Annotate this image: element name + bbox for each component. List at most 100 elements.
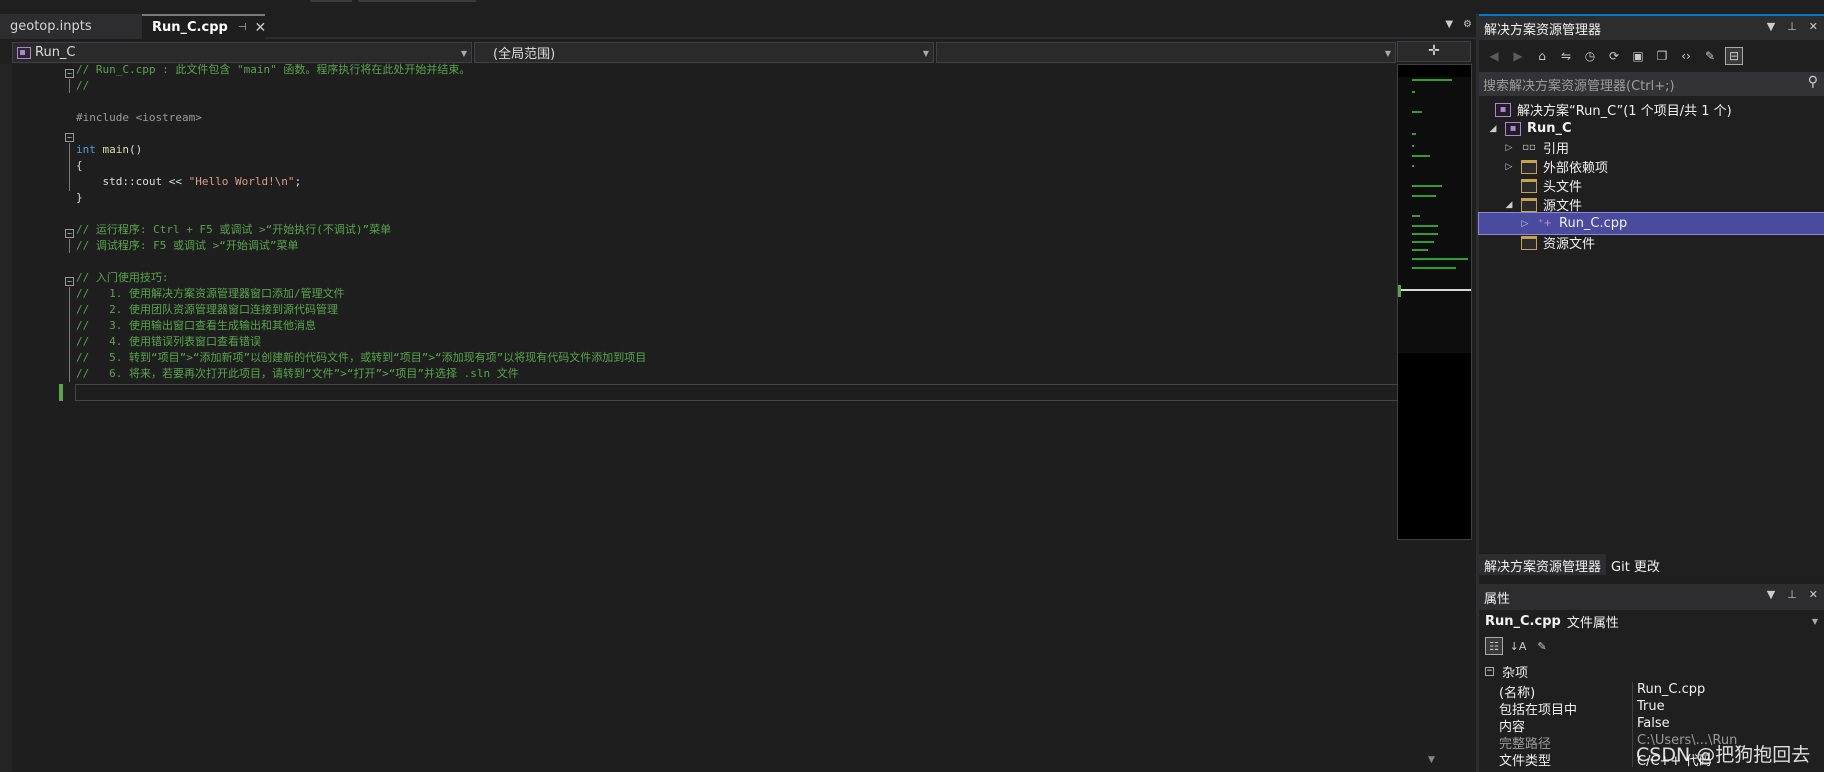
member-combo[interactable]: ▼	[936, 42, 1396, 63]
code-line: // 6. 将来，若要再次打开此项目，请转到“文件”>“打开”>“项目”并选择 …	[76, 366, 519, 382]
chevron-down-icon: ▼	[460, 49, 467, 58]
pin-icon[interactable]: ⊥	[1787, 588, 1797, 601]
split-window-button[interactable]: ✛	[1397, 41, 1471, 62]
property-category[interactable]: − 杂项	[1479, 662, 1824, 681]
scroll-down-icon[interactable]: ▼	[1428, 755, 1435, 765]
collapsed-icon[interactable]: ▷	[1503, 162, 1515, 172]
object-name: Run_C.cpp	[1485, 613, 1561, 629]
chevron-down-icon: ▼	[1384, 49, 1391, 58]
close-icon[interactable]: ✕	[255, 20, 267, 36]
search-icon[interactable]: ⚲	[1808, 74, 1818, 90]
pin-icon[interactable]: ⊣	[238, 22, 247, 33]
pending-changes-filter-icon[interactable]: ◷	[1581, 47, 1599, 65]
minimap-viewport[interactable]	[1398, 77, 1471, 353]
scope-combo[interactable]: (全局范围) ▼	[474, 42, 934, 63]
properties-icon[interactable]: ✎	[1701, 47, 1719, 65]
expanded-icon[interactable]: ◢	[1503, 200, 1515, 210]
code-token: int	[76, 143, 103, 156]
property-name: 文件类型	[1499, 754, 1552, 769]
show-all-files-icon[interactable]: ❐	[1653, 47, 1671, 65]
fold-guide	[69, 239, 70, 253]
categorized-icon[interactable]: ☷	[1485, 637, 1503, 655]
property-row[interactable]: 内容 False	[1479, 716, 1824, 735]
code-token: // Run_C.cpp : 此文件包含 "main" 函数。程序执行将在此处开…	[76, 63, 471, 76]
forward-icon[interactable]: ▶	[1509, 47, 1527, 65]
expanded-icon[interactable]: ◢	[1487, 124, 1499, 134]
tree-node-references[interactable]: ▷ ▫▫ 引用	[1479, 137, 1824, 158]
alphabetical-icon[interactable]: ↓A	[1509, 637, 1527, 655]
code-token: {	[76, 159, 83, 172]
home-icon[interactable]: ⌂	[1533, 47, 1551, 65]
window-menu-icon[interactable]: ▼	[1767, 588, 1775, 601]
window-menu-icon[interactable]: ▼	[1767, 20, 1775, 33]
minimap-line	[1412, 249, 1428, 251]
property-row[interactable]: (名称) Run_C.cpp	[1479, 682, 1824, 701]
property-row[interactable]: 包括在项目中 True	[1479, 699, 1824, 718]
code-editor[interactable]: // Run_C.cpp : 此文件包含 "main" 函数。程序执行将在此处开…	[0, 62, 1407, 772]
code-token: }	[76, 191, 83, 204]
switch-views-icon[interactable]: ⇋	[1557, 47, 1575, 65]
tree-node-resource-files[interactable]: 资源文件	[1479, 232, 1824, 253]
tab-run-c-cpp[interactable]: Run_C.cpp ⊣ ✕	[142, 14, 267, 39]
preview-selected-icon[interactable]: ⊟	[1725, 47, 1743, 65]
tree-node-header-files[interactable]: 头文件	[1479, 175, 1824, 196]
tab-solution-explorer[interactable]: 解决方案资源管理器	[1479, 554, 1607, 575]
code-token: ()	[129, 143, 143, 156]
solution-explorer-panel: 解决方案资源管理器 ▼ ⊥ ✕ ◀ ▶ ⌂ ⇋ ◷ ⟳ ▣ ❐ ‹› ✎ ⊟ 搜…	[1478, 14, 1824, 582]
property-value[interactable]: False	[1632, 716, 1824, 733]
code-line: // 3. 使用输出窗口查看生成输出和其他消息	[76, 318, 316, 334]
tab-git-changes[interactable]: Git 更改	[1606, 554, 1665, 575]
scope-combo-value: (全局范围)	[493, 47, 556, 62]
minimap-change-mark	[1398, 285, 1401, 297]
code-token: // 3. 使用输出窗口查看生成输出和其他消息	[76, 319, 316, 332]
solution-search-input[interactable]: 搜索解决方案资源管理器(Ctrl+;) ⚲	[1479, 72, 1824, 96]
strip-mark	[310, 0, 352, 2]
property-value[interactable]: True	[1632, 699, 1824, 716]
minimap-scrollbar[interactable]	[1397, 64, 1472, 540]
tab-label: Run_C.cpp	[152, 20, 228, 35]
view-code-icon[interactable]: ‹›	[1677, 47, 1695, 65]
code-token: // 5. 转到“项目”>“添加新项”以创建新的代码文件，或转到“项目”>“添加…	[76, 351, 647, 364]
project-combo[interactable]: Run_C ▼	[12, 42, 472, 63]
close-icon[interactable]: ✕	[1809, 20, 1818, 33]
collapse-icon[interactable]: −	[1485, 666, 1494, 676]
collapsed-icon[interactable]: ▷	[1503, 143, 1515, 153]
tab-geotop-inpts[interactable]: geotop.inpts	[0, 14, 142, 39]
collapse-all-icon[interactable]: ▣	[1629, 47, 1647, 65]
property-pages-icon[interactable]: ✎	[1533, 637, 1551, 655]
tree-node-solution[interactable]: ▪ 解决方案“Run_C”(1 个项目/共 1 个)	[1479, 99, 1824, 120]
code-line: // 1. 使用解决方案资源管理器窗口添加/管理文件	[76, 286, 345, 302]
code-line: // Run_C.cpp : 此文件包含 "main" 函数。程序执行将在此处开…	[76, 62, 470, 78]
gear-icon[interactable]: ⚙	[1463, 19, 1472, 30]
tree-node-project[interactable]: ◢ ▪ Run_C	[1479, 118, 1824, 139]
tree-node-source-files[interactable]: ◢ 源文件	[1479, 194, 1824, 215]
code-token: // 运行程序: Ctrl + F5 或调试 >“开始执行(不调试)”菜单	[76, 223, 392, 236]
minimap-line	[1412, 258, 1468, 260]
fold-toggle[interactable]: −	[65, 69, 74, 78]
code-token: // 调试程序: F5 或调试 >“开始调试”菜单	[76, 239, 299, 252]
properties-object-selector[interactable]: Run_C.cpp 文件属性 ▼	[1479, 610, 1824, 632]
code-token: "Hello World!\n"	[188, 175, 295, 188]
chevron-down-icon: ▼	[922, 49, 929, 58]
tab-dropdown-icon[interactable]: ▼	[1445, 19, 1453, 30]
back-icon[interactable]: ◀	[1485, 47, 1503, 65]
strip-mark	[358, 0, 476, 2]
watermark: CSDN @把狗抱回去	[1636, 744, 1811, 766]
fold-toggle[interactable]: −	[65, 229, 74, 238]
close-icon[interactable]: ✕	[1809, 588, 1818, 601]
sync-icon[interactable]: ⟳	[1605, 47, 1623, 65]
fold-guide	[69, 287, 70, 382]
fold-toggle[interactable]: −	[65, 133, 74, 142]
minimap-line	[1412, 233, 1438, 235]
pin-icon[interactable]: ⊥	[1787, 20, 1797, 33]
fold-toggle[interactable]: −	[65, 277, 74, 286]
folder-icon	[1521, 235, 1537, 250]
property-value[interactable]: Run_C.cpp	[1632, 682, 1824, 699]
tree-node-label: 源文件	[1543, 199, 1583, 214]
tree-node-run-c-cpp[interactable]: ▷ ⁺+ Run_C.cpp	[1478, 212, 1824, 235]
folder-icon	[1521, 178, 1537, 193]
tree-node-external-deps[interactable]: ▷ 外部依赖项	[1479, 156, 1824, 177]
code-line: {	[76, 158, 83, 174]
minimap-line	[1412, 155, 1430, 157]
collapsed-icon[interactable]: ▷	[1519, 219, 1531, 229]
